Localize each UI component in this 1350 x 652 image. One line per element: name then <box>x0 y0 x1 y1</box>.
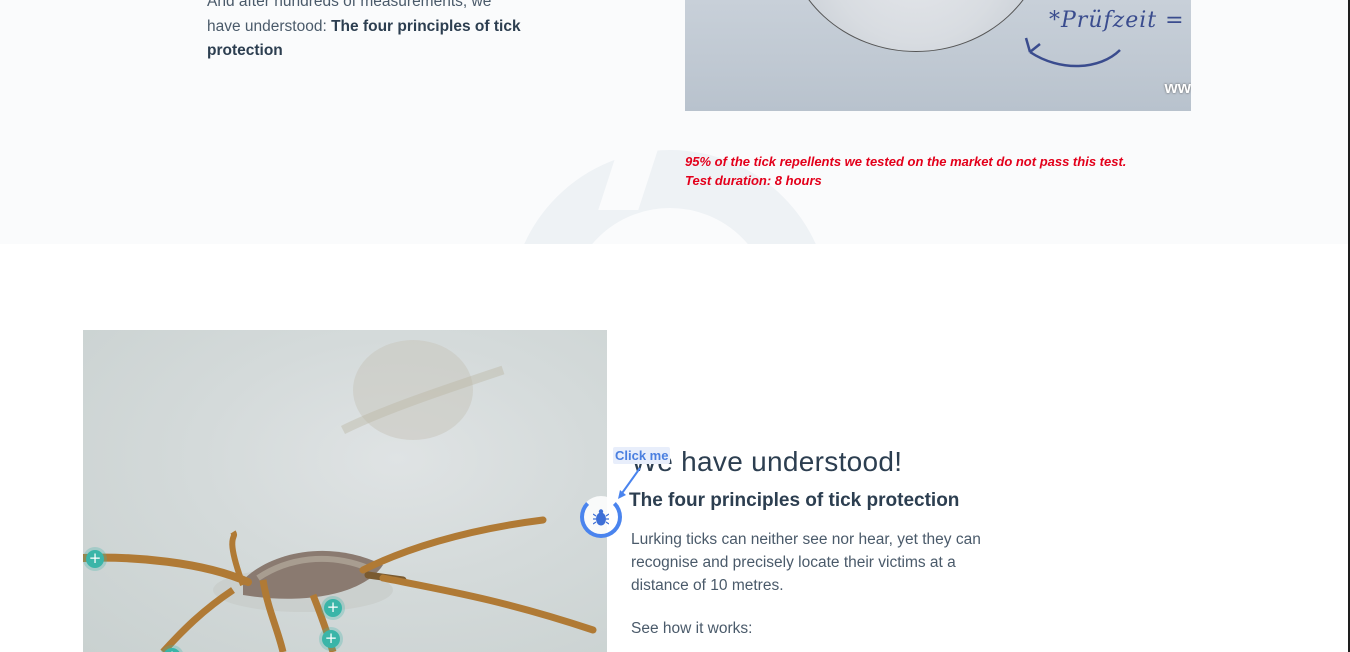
tick-detector-button[interactable] <box>580 496 622 538</box>
hotspot-plus-icon[interactable]: + <box>324 599 342 617</box>
intro-section: And after hundreds of measurements, we h… <box>0 0 1348 244</box>
tick-icon <box>593 509 609 526</box>
test-note-line: 95% of the tick repellents we tested on … <box>685 154 1127 169</box>
tick-photo: + + + + <box>83 330 607 652</box>
watermark: ww <box>1164 78 1191 97</box>
hotspot-plus-icon[interactable]: + <box>322 630 340 648</box>
tick-illustration <box>83 340 597 652</box>
intro-text: And after hundreds of measurements, we h… <box>207 0 537 64</box>
handwritten-arrow-icon <box>1024 37 1121 68</box>
hotspot-plus-icon[interactable]: + <box>86 550 104 568</box>
test-photo: *Prüfzeit = ww <box>685 0 1191 111</box>
test-duration: Test duration: 8 hours <box>685 173 822 188</box>
pointer-arrow-icon <box>618 467 641 499</box>
click-me-label[interactable]: Click me <box>613 447 671 464</box>
see-how-label: See how it works: <box>631 620 753 637</box>
petri-dish <box>785 0 1047 52</box>
section-body: Lurking ticks can neither see nor hear, … <box>631 531 981 594</box>
section-title: We have understood! <box>631 446 903 477</box>
intro-partial-line: And after hundreds of measurements, we <box>207 0 492 10</box>
section-subtitle: The four principles of tick protection <box>629 490 960 511</box>
intro-line: have understood: <box>207 17 332 35</box>
test-note: 95% of the tick repellents we tested on … <box>685 152 1205 190</box>
